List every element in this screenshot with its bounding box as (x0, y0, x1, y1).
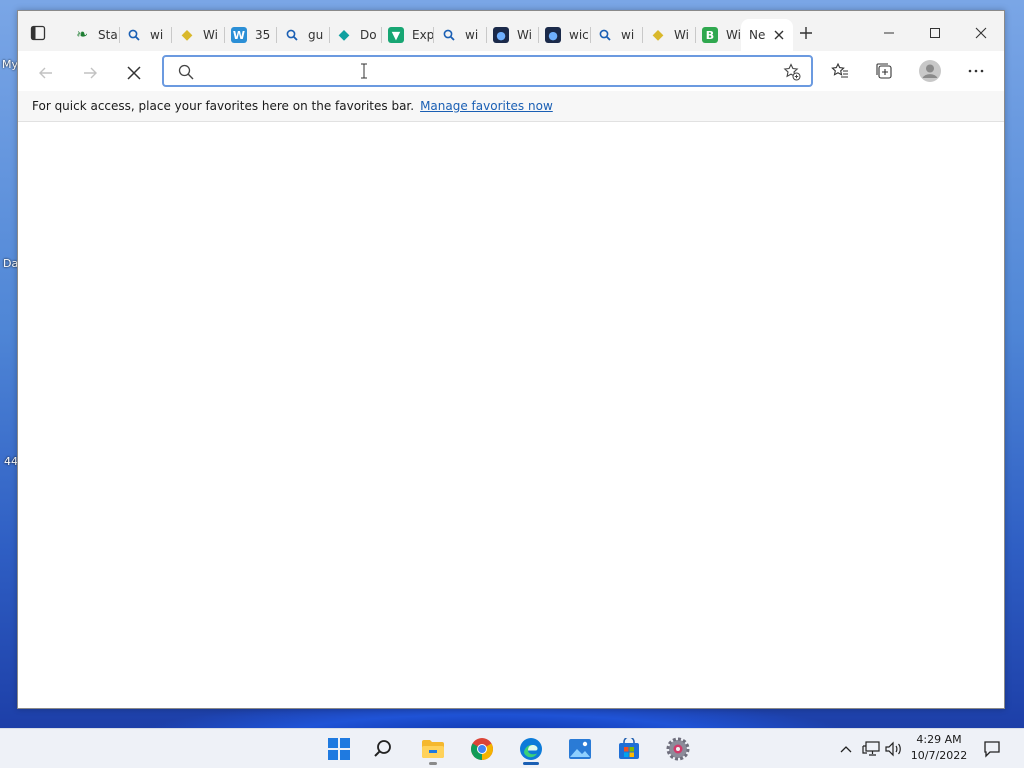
profile-avatar[interactable] (914, 55, 946, 87)
page-content (18, 122, 1004, 708)
forward-button[interactable] (74, 57, 106, 89)
tab[interactable]: wi (435, 19, 487, 51)
tab-title: Sta (98, 28, 118, 42)
vpn-icon: ▼ (388, 27, 404, 43)
tab[interactable]: wi (120, 19, 172, 51)
add-favorite-icon[interactable] (783, 63, 801, 81)
address-input[interactable] (202, 61, 762, 81)
lens-icon: ● (545, 27, 561, 43)
minimize-button[interactable] (866, 19, 912, 47)
tab[interactable]: gu (278, 19, 330, 51)
tab-separator (433, 27, 434, 43)
manage-favorites-link[interactable]: Manage favorites now (420, 99, 553, 113)
python-icon: ◆ (181, 27, 193, 43)
edge-icon[interactable] (511, 733, 551, 765)
running-indicator (523, 762, 539, 765)
gem-icon: ◆ (338, 27, 350, 43)
tab-title: wi (150, 28, 164, 42)
tab-separator (171, 27, 172, 43)
search-icon (284, 27, 300, 43)
b-icon: B (702, 27, 718, 43)
close-window-button[interactable] (958, 19, 1004, 47)
new-tab-button[interactable] (798, 25, 820, 47)
start-icon[interactable] (319, 733, 359, 765)
tab[interactable]: ❧ Sta (68, 19, 120, 51)
tab-title: Ne (749, 28, 766, 42)
tab-title: wi (465, 28, 479, 42)
desktop-icon-label[interactable]: Da (3, 257, 18, 270)
favorites-bar-text: For quick access, place your favorites h… (32, 99, 415, 113)
tab[interactable]: ◆ Do (330, 19, 382, 51)
search-icon (441, 27, 457, 43)
tab-title: gu (308, 28, 324, 42)
close-tab-icon[interactable] (771, 27, 787, 43)
favorites-bar: For quick access, place your favorites h… (18, 91, 1004, 122)
address-bar[interactable] (162, 55, 813, 87)
store-icon[interactable] (609, 733, 649, 765)
browser-toolbar (18, 51, 1004, 91)
search-icon (178, 64, 194, 80)
text-cursor-icon (360, 63, 368, 79)
search-icon (597, 27, 613, 43)
network-icon[interactable] (861, 739, 881, 759)
tab-title: Wi (726, 28, 741, 42)
tab[interactable]: ● wic (539, 19, 591, 51)
chevron-up-icon[interactable] (836, 739, 856, 759)
tab-title: wi (621, 28, 635, 42)
desktop-icon-label[interactable]: My (2, 58, 18, 71)
tab-title: Do (360, 28, 377, 42)
volume-icon[interactable] (884, 739, 904, 759)
tab-strip: ❧ Sta wi ◆ Wi W 35 gu ◆ Do ▼ Exp wi ● Wi ● wic wi ◆ Wi B Wi Ne (18, 11, 1004, 51)
tab[interactable]: ● Wi (487, 19, 539, 51)
taskbar: 4:29 AM 10/7/2022 (0, 728, 1024, 768)
tab-actions-icon[interactable] (30, 25, 52, 47)
tab[interactable]: W 35 (225, 19, 277, 51)
tab-title: Wi (674, 28, 689, 42)
tab-separator (642, 27, 643, 43)
leaf-icon: ❧ (76, 27, 88, 43)
back-button[interactable] (30, 57, 62, 89)
running-indicator (429, 762, 437, 765)
stop-loading-button[interactable] (118, 57, 150, 89)
tab[interactable]: ◆ Wi (173, 19, 225, 51)
browser-window: ❧ Sta wi ◆ Wi W 35 gu ◆ Do ▼ Exp wi ● Wi ● wic wi ◆ Wi B Wi Ne (17, 10, 1005, 709)
system-clock[interactable]: 4:29 AM 10/7/2022 (906, 732, 972, 764)
clock-time: 4:29 AM (916, 733, 962, 746)
tab-title: 35 (255, 28, 271, 42)
tab-title: Wi (517, 28, 532, 42)
tab-title: Wi (203, 28, 218, 42)
file-explorer-icon[interactable] (413, 733, 453, 765)
favorites-button[interactable] (824, 55, 856, 87)
maximize-button[interactable] (912, 19, 958, 47)
tab[interactable]: ◆ Wi (644, 19, 696, 51)
desktop-icon-label[interactable]: 44 (4, 455, 18, 468)
tab-active[interactable]: Ne (741, 19, 793, 51)
chrome-icon[interactable] (462, 733, 502, 765)
search-icon[interactable] (363, 733, 403, 765)
lens-icon: ● (493, 27, 509, 43)
search-icon (126, 27, 142, 43)
settings-icon[interactable] (658, 733, 698, 765)
python-icon: ◆ (652, 27, 664, 43)
notifications-icon[interactable] (980, 737, 1004, 761)
tab-separator (276, 27, 277, 43)
w-icon: W (231, 27, 247, 43)
tab-title: wic (569, 28, 589, 42)
tab[interactable]: wi (591, 19, 643, 51)
clock-date: 10/7/2022 (910, 749, 968, 762)
photos-icon[interactable] (560, 733, 600, 765)
more-options-button[interactable] (960, 55, 992, 87)
collections-button[interactable] (868, 55, 900, 87)
tab[interactable]: ▼ Exp (382, 19, 434, 51)
tab-title: Exp (412, 28, 434, 42)
